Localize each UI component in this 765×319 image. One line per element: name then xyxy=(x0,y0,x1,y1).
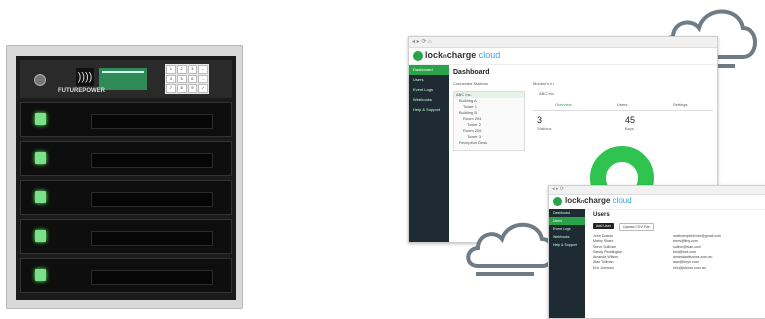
nav-buttons-icon: ◂ ▸ ⟳ ⌂ xyxy=(412,39,432,45)
stations-count: 3 xyxy=(537,115,543,125)
sidebar: Dashboard Users Event Logs Webhooks Help… xyxy=(549,209,585,318)
nav-buttons-icon: ◂ ▸ ⟳ xyxy=(552,186,564,192)
status-led-icon xyxy=(35,230,46,242)
sidebar-item-dashboard[interactable]: Dashboard xyxy=(409,65,449,75)
status-led-icon xyxy=(35,269,46,281)
locker-door xyxy=(20,102,232,137)
key: 4 xyxy=(166,74,176,84)
key: 7 xyxy=(166,84,176,93)
stations-label: Stations xyxy=(537,126,552,131)
key: → xyxy=(198,74,208,84)
users-table: John Doanin mattcampbell.info@gmail.com M… xyxy=(593,234,763,271)
display-screen xyxy=(99,68,147,90)
tab-settings[interactable]: Settings xyxy=(673,102,687,107)
sidebar-item-event-logs[interactable]: Event Logs xyxy=(409,85,449,95)
sidebar-item-webhooks[interactable]: Webhooks xyxy=(549,233,585,241)
tab-overview[interactable]: Overview xyxy=(555,102,572,107)
key: 5 xyxy=(176,74,187,84)
browser-chrome: ◂ ▸ ⟳ xyxy=(549,186,765,195)
upload-csv-button[interactable]: Upload CSV File xyxy=(619,223,654,231)
monitor-label: Monitor's In xyxy=(533,81,554,86)
key: 9 xyxy=(187,84,198,93)
key-lock-icon xyxy=(34,74,46,86)
add-user-button[interactable]: Add User xyxy=(593,223,614,229)
brand-label: FUTUREPOWER xyxy=(58,88,105,94)
browser-chrome: ◂ ▸ ⟳ ⌂ xyxy=(409,37,717,48)
status-led-icon xyxy=(35,152,46,164)
bays-label: Bays xyxy=(625,126,634,131)
key: 8 xyxy=(176,84,187,93)
locker-door xyxy=(20,180,232,215)
sidebar-item-users[interactable]: Users xyxy=(409,75,449,85)
tab-users[interactable]: Users xyxy=(617,102,627,107)
station-tree: ABC Inc. Building A Tower 1 Building B R… xyxy=(453,91,525,151)
app-header: lockncharge cloud xyxy=(409,48,717,65)
sidebar-item-webhooks[interactable]: Webhooks xyxy=(409,95,449,105)
org-name: ABC Inc. xyxy=(539,91,555,96)
locker-body: )))) 1 2 3 ← 4 5 6 → 7 8 9 ✓ FUTUREPOWER xyxy=(16,56,236,300)
key: 6 xyxy=(187,74,198,84)
page-title: Users xyxy=(593,212,610,218)
locker-door xyxy=(20,258,232,293)
sidebar-item-dashboard[interactable]: Dashboard xyxy=(549,209,585,217)
nfc-reader-icon: )))) xyxy=(76,68,94,86)
key: ✓ xyxy=(198,84,208,93)
key: ← xyxy=(198,65,208,74)
logo-icon xyxy=(553,197,562,206)
keypad: 1 2 3 ← 4 5 6 → 7 8 9 ✓ xyxy=(165,64,209,94)
bays-count: 45 xyxy=(625,115,636,125)
app-header: lockncharge cloud xyxy=(549,195,765,210)
tree-item[interactable]: Reception Desk xyxy=(454,140,524,146)
locker-door xyxy=(20,141,232,176)
user-name: Eric Johnson xyxy=(593,265,614,270)
charging-locker-photo: )))) 1 2 3 ← 4 5 6 → 7 8 9 ✓ FUTUREPOWER xyxy=(6,45,243,309)
control-panel: )))) 1 2 3 ← 4 5 6 → 7 8 9 ✓ FUTUREPOWER xyxy=(20,60,232,98)
connected-stations-label: Connected Stations xyxy=(453,81,488,86)
users-window: ◂ ▸ ⟳ lockncharge cloud Dashboard Users … xyxy=(548,185,765,319)
sidebar-item-help[interactable]: Help & Support xyxy=(549,241,585,249)
key: 1 xyxy=(166,65,176,74)
sidebar-item-users[interactable]: Users xyxy=(549,217,585,225)
logo: lockncharge cloud xyxy=(565,196,632,205)
user-email: eric@johnsn.com.au xyxy=(673,265,706,270)
locker-door xyxy=(20,219,232,254)
logo: lockncharge cloud xyxy=(425,50,501,60)
tab-bar: Overview Users Settings xyxy=(533,101,713,111)
sidebar-item-help[interactable]: Help & Support xyxy=(409,105,449,115)
page-title: Dashboard xyxy=(453,69,490,76)
status-led-icon xyxy=(35,113,46,125)
logo-icon xyxy=(413,51,423,61)
status-led-icon xyxy=(35,191,46,203)
main-content: Dashboard Connected Stations Monitor's I… xyxy=(453,69,713,151)
key: 3 xyxy=(187,65,198,74)
sidebar: Dashboard Users Event Logs Webhooks Help… xyxy=(409,65,449,242)
sidebar-item-event-logs[interactable]: Event Logs xyxy=(549,225,585,233)
key: 2 xyxy=(176,65,187,74)
cloud-icon xyxy=(466,222,556,276)
main-content: Users Add User Upload CSV File John Doan… xyxy=(593,212,765,270)
